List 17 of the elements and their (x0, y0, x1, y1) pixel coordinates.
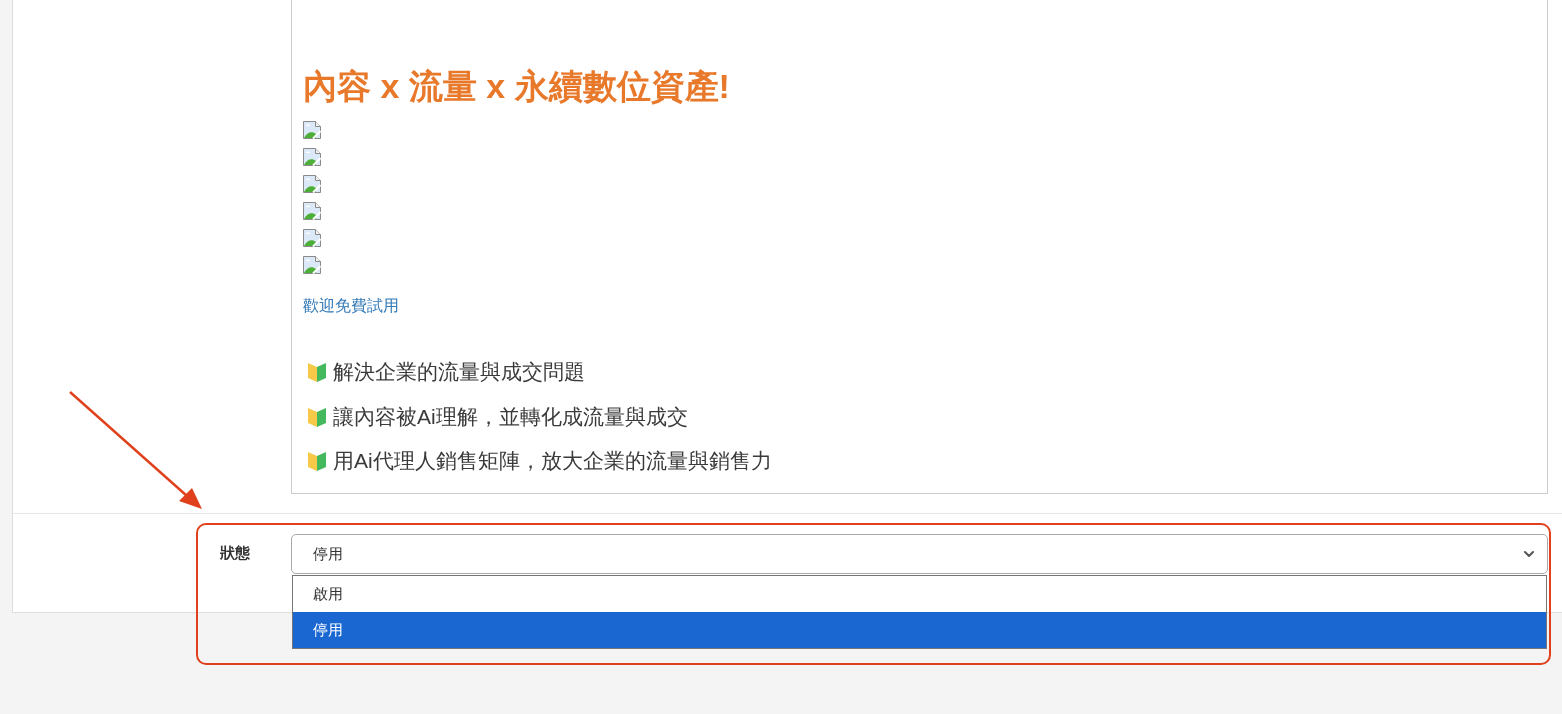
beginner-mark-icon (307, 361, 327, 384)
field-label: 狀態 (220, 543, 251, 563)
broken-image-icon (303, 202, 321, 220)
broken-image-icon (303, 121, 321, 139)
status-select[interactable]: 停用 (291, 534, 1548, 574)
bullet-text: 用Ai代理人銷售矩陣，放大企業的流量與銷售力 (333, 448, 772, 475)
content-heading: 內容 x 流量 x 永續數位資產! (303, 66, 730, 107)
beginner-mark-icon (307, 405, 327, 428)
dropdown-option[interactable]: 停用 (293, 612, 1546, 648)
broken-image-icon (303, 229, 321, 247)
broken-image-icon (303, 148, 321, 166)
broken-image-icon (303, 175, 321, 193)
beginner-mark-icon (307, 450, 327, 473)
free-trial-link[interactable]: 歡迎免費試用 (303, 294, 399, 318)
bullet-text: 解決企業的流量與成交問題 (333, 359, 585, 386)
broken-image-icon (303, 256, 321, 274)
bullet-text: 讓內容被Ai理解，並轉化成流量與成交 (333, 403, 688, 430)
